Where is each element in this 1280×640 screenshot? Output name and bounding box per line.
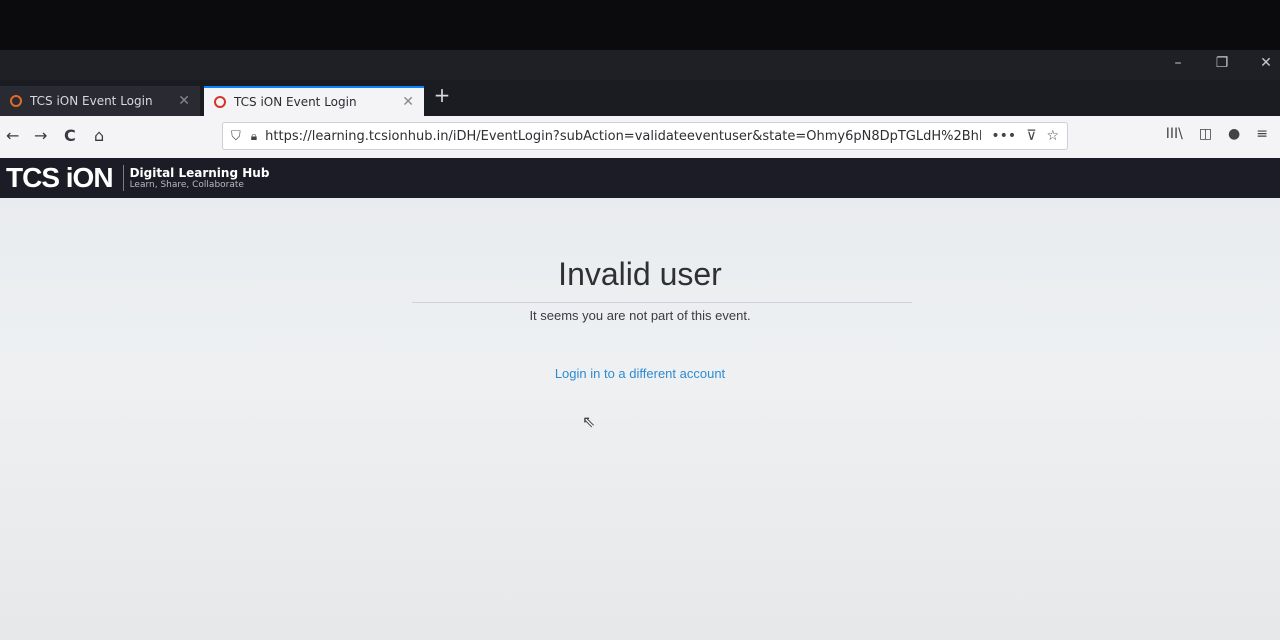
new-tab-button[interactable]: + <box>430 80 454 110</box>
tab-strip: TCS iON Event Login ✕ TCS iON Event Logi… <box>0 80 1280 116</box>
power-icon <box>10 95 22 107</box>
tab-tcs-ion-event-login-1[interactable]: TCS iON Event Login ✕ <box>0 86 200 116</box>
url-bar[interactable]: ⛉ 🔒︎ https://learning.tcsionhub.in/iDH/E… <box>222 122 1068 150</box>
tcs-ion-logo[interactable]: TCS iON <box>6 162 114 194</box>
tab-tcs-ion-event-login-2[interactable]: TCS iON Event Login ✕ <box>204 86 424 116</box>
window-controls: – ❐ ✕ <box>1170 50 1280 76</box>
tagline-title: Digital Learning Hub <box>129 166 270 180</box>
library-icon[interactable]: III\ <box>1166 126 1183 142</box>
page-actions-icon[interactable]: ••• <box>991 128 1016 144</box>
account-icon[interactable]: ● <box>1228 126 1240 142</box>
login-different-account-link[interactable]: Login in to a different account <box>0 366 1280 381</box>
page-title: Invalid user <box>558 256 722 292</box>
home-icon[interactable]: ⌂ <box>94 126 104 145</box>
site-tagline: Digital Learning Hub Learn, Share, Colla… <box>130 166 270 190</box>
logo-divider <box>122 165 124 191</box>
close-tab-icon[interactable]: ✕ <box>402 94 414 110</box>
mouse-cursor-icon: ⇖ <box>582 412 596 431</box>
minimize-button[interactable]: – <box>1170 55 1186 71</box>
bookmark-star-icon[interactable]: ☆ <box>1046 128 1059 144</box>
close-window-button[interactable]: ✕ <box>1258 55 1274 71</box>
error-message: It seems you are not part of this event. <box>529 308 751 323</box>
tab-label: TCS iON Event Login <box>30 94 153 108</box>
title-divider <box>412 302 912 303</box>
lock-icon[interactable]: 🔒︎ <box>251 129 257 144</box>
tagline-subtitle: Learn, Share, Collaborate <box>129 180 244 190</box>
reload-icon[interactable]: C <box>64 126 76 145</box>
power-icon <box>214 96 226 108</box>
url-text[interactable]: https://learning.tcsionhub.in/iDH/EventL… <box>265 129 981 144</box>
tab-label: TCS iON Event Login <box>234 95 357 109</box>
menu-icon[interactable]: ≡ <box>1256 126 1268 142</box>
back-icon[interactable]: ← <box>6 126 19 145</box>
site-header: TCS iON Digital Learning Hub Learn, Shar… <box>0 158 1280 198</box>
toolbar-right: III\ ◫ ● ≡ <box>1166 126 1268 142</box>
forward-icon[interactable]: → <box>34 126 47 145</box>
shield-icon[interactable]: ⛉ <box>231 129 241 144</box>
close-tab-icon[interactable]: ✕ <box>178 93 190 109</box>
sidebar-icon[interactable]: ◫ <box>1199 126 1212 142</box>
pocket-icon[interactable]: ⊽ <box>1026 128 1036 144</box>
restore-button[interactable]: ❐ <box>1214 55 1230 71</box>
main-content: Invalid user It seems you are not part o… <box>0 198 1280 640</box>
navigation-bar: ← → C ⌂ ⛉ 🔒︎ https://learning.tcsionhub.… <box>0 116 1280 158</box>
